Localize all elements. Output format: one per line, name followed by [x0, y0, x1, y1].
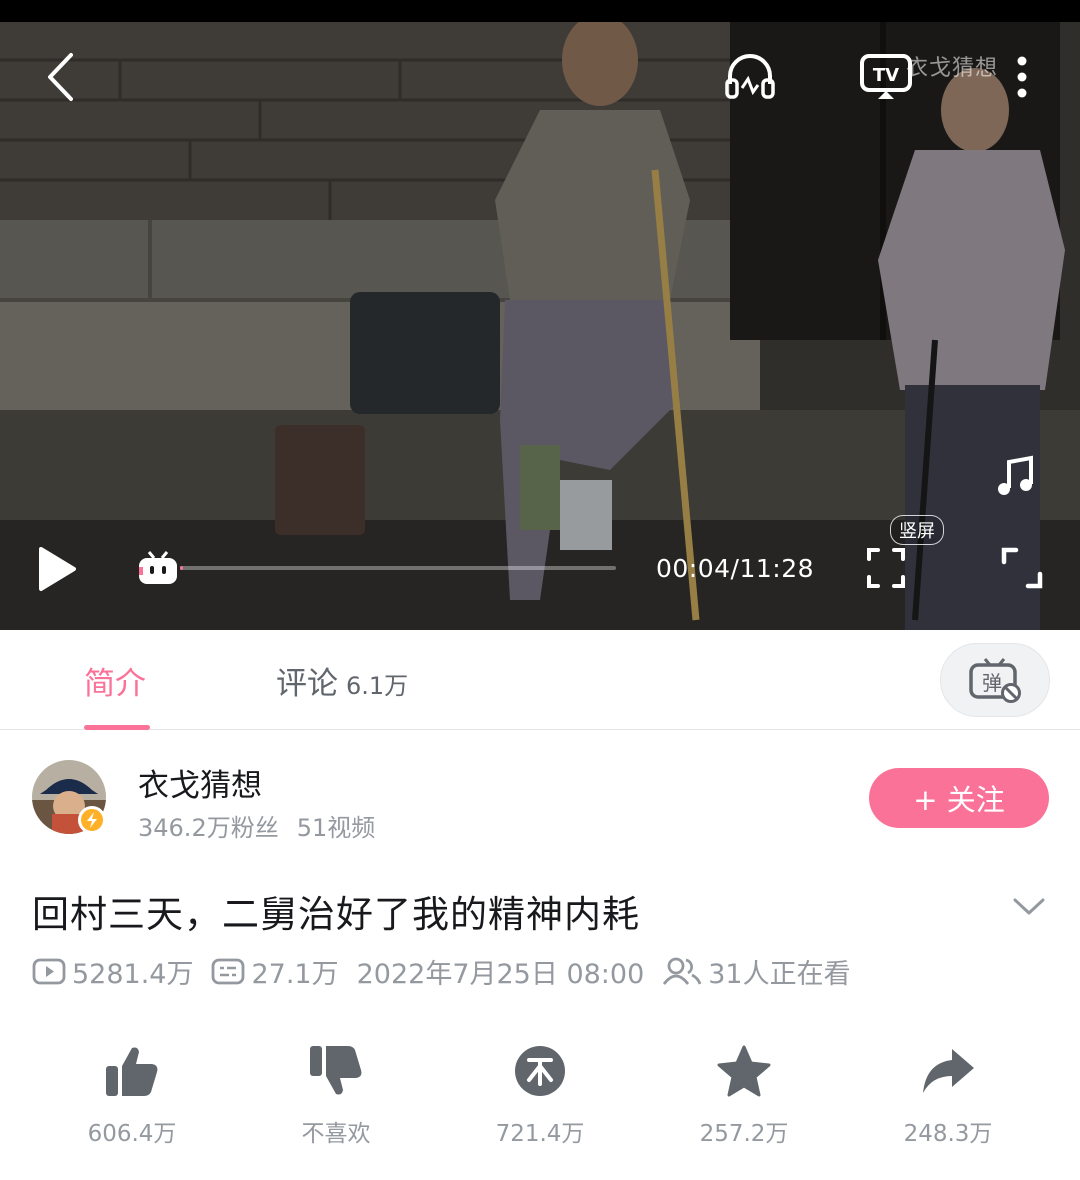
- tab-intro[interactable]: 简介: [84, 658, 146, 703]
- music-note-icon[interactable]: [994, 452, 1038, 500]
- coin-count: 721.4万: [495, 1121, 585, 1147]
- video-meta: 5281.4万 27.1万 2022年7月25日 08:00 31人正在看: [32, 952, 869, 991]
- tab-comments-label: 评论: [276, 666, 338, 702]
- danmaku-count-value: 27.1万: [251, 958, 339, 990]
- dislike-label: 不喜欢: [301, 1121, 371, 1147]
- danmaku-count: 27.1万: [211, 952, 339, 991]
- dislike-button[interactable]: 不喜欢: [256, 1040, 416, 1148]
- favorite-count: 257.2万: [699, 1121, 789, 1147]
- status-bar-area: [0, 0, 1080, 22]
- coin-icon: [460, 1040, 620, 1102]
- chevron-down-icon[interactable]: [1012, 896, 1046, 922]
- thumbs-up-icon: [52, 1040, 212, 1102]
- play-icon[interactable]: [34, 544, 80, 594]
- watermark: 衣戈猜想: [906, 56, 999, 81]
- uploader-stats: 346.2万粉丝 51视频: [138, 808, 375, 843]
- view-count: 5281.4万: [32, 952, 193, 991]
- play-count-icon: [32, 958, 66, 985]
- svg-text:弹: 弹: [982, 671, 1002, 695]
- verified-badge-icon: [78, 806, 106, 834]
- watching-count: 31人正在看: [662, 952, 851, 991]
- headphones-icon[interactable]: [722, 50, 778, 102]
- danmaku-count-icon: [212, 958, 245, 985]
- uploader-name[interactable]: 衣戈猜想: [138, 760, 262, 805]
- video-count: 51视频: [296, 814, 376, 842]
- tab-bar: 简介 评论 6.1万 弹: [0, 630, 1080, 730]
- tab-comments[interactable]: 评论 6.1万: [276, 658, 408, 703]
- follow-button[interactable]: + 关注: [869, 768, 1049, 828]
- more-icon[interactable]: [1008, 52, 1036, 102]
- portrait-fullscreen-icon[interactable]: [864, 546, 908, 590]
- publish-date: 2022年7月25日 08:00: [356, 958, 645, 990]
- like-count: 606.4万: [87, 1121, 177, 1147]
- people-icon: [663, 957, 702, 985]
- thumbs-down-icon: [256, 1040, 416, 1102]
- video-title: 回村三天，二舅治好了我的精神内耗: [32, 893, 640, 936]
- video-player[interactable]: TV 衣戈猜想 00:04/11:28 竖屏: [0, 0, 1080, 630]
- time-readout: 00:04/11:28: [656, 554, 815, 583]
- bilibili-tv-mascot-icon[interactable]: [134, 548, 182, 588]
- view-count-value: 5281.4万: [72, 958, 194, 990]
- back-icon[interactable]: [38, 50, 82, 104]
- follower-count: 346.2万粉丝: [138, 814, 279, 842]
- share-count: 248.3万: [903, 1121, 993, 1147]
- share-icon: [868, 1040, 1028, 1102]
- share-button[interactable]: 248.3万: [868, 1040, 1028, 1148]
- star-icon: [664, 1040, 824, 1102]
- danmaku-off-icon: 弹: [969, 658, 1021, 703]
- portrait-label: 竖屏: [890, 515, 944, 545]
- watching-count-value: 31人正在看: [708, 958, 851, 990]
- fullscreen-icon[interactable]: [998, 544, 1046, 592]
- like-button[interactable]: 606.4万: [52, 1040, 212, 1148]
- danmaku-toggle-button[interactable]: 弹: [940, 643, 1050, 717]
- progress-bar[interactable]: [180, 566, 616, 570]
- tab-active-indicator: [84, 725, 150, 730]
- favorite-button[interactable]: 257.2万: [664, 1040, 824, 1148]
- svg-text:TV: TV: [873, 65, 899, 86]
- coin-button[interactable]: 721.4万: [460, 1040, 620, 1148]
- tab-comments-count: 6.1万: [346, 672, 409, 700]
